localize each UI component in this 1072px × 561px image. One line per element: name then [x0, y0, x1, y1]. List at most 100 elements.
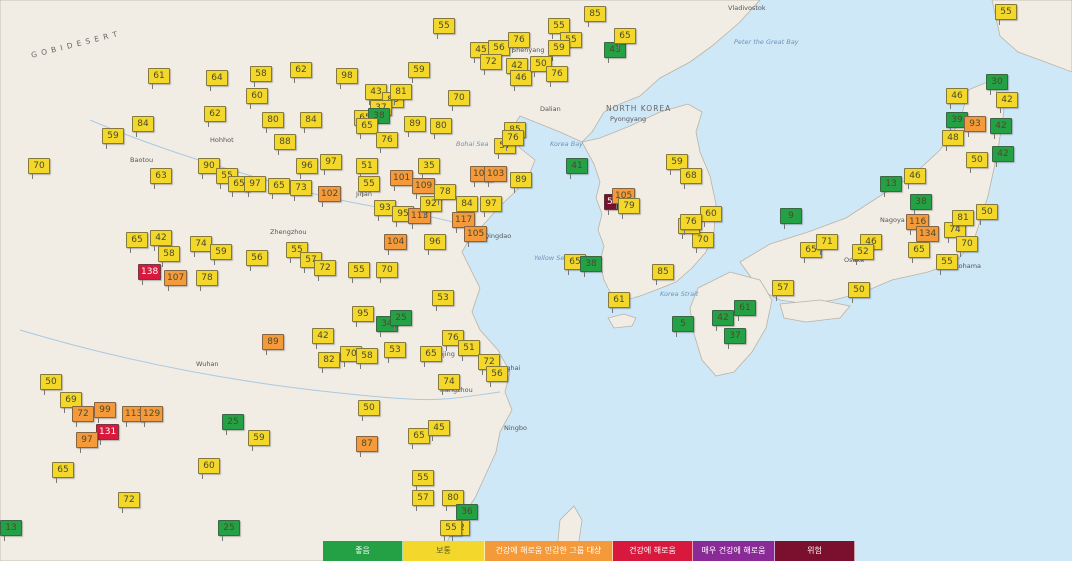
aqi-station-marker[interactable]: 50: [976, 204, 998, 225]
aqi-station-marker[interactable]: 107: [164, 270, 188, 291]
aqi-station-marker[interactable]: 81: [952, 210, 974, 231]
aqi-station-marker[interactable]: 42: [312, 328, 334, 349]
aqi-station-marker[interactable]: 85: [584, 6, 606, 27]
aqi-station-marker[interactable]: 97: [480, 196, 502, 217]
aqi-station-marker[interactable]: 59: [548, 40, 570, 61]
aqi-station-marker[interactable]: 89: [510, 172, 532, 193]
aqi-station-marker[interactable]: 57: [412, 490, 434, 511]
aqi-station-marker[interactable]: 72: [72, 406, 94, 427]
aqi-station-marker[interactable]: 68: [680, 168, 702, 189]
aqi-station-marker[interactable]: 48: [942, 130, 964, 151]
aqi-station-marker[interactable]: 72: [314, 260, 336, 281]
aqi-station-marker[interactable]: 59: [248, 430, 270, 451]
aqi-station-marker[interactable]: 42: [990, 118, 1012, 139]
aqi-station-marker[interactable]: 76: [502, 130, 524, 151]
aqi-station-marker[interactable]: 30: [986, 74, 1008, 95]
aqi-station-marker[interactable]: 79: [618, 198, 640, 219]
aqi-station-marker[interactable]: 59: [210, 244, 232, 265]
aqi-station-marker[interactable]: 96: [424, 234, 446, 255]
aqi-station-marker[interactable]: 42: [992, 146, 1014, 167]
aqi-station-marker[interactable]: 109: [412, 178, 436, 199]
aqi-station-marker[interactable]: 58: [250, 66, 272, 87]
aqi-station-marker[interactable]: 84: [300, 112, 322, 133]
aqi-station-marker[interactable]: 70: [692, 232, 714, 253]
aqi-station-marker[interactable]: 71: [816, 234, 838, 255]
aqi-station-marker[interactable]: 45: [428, 420, 450, 441]
aqi-station-marker[interactable]: 96: [296, 158, 318, 179]
aqi-station-marker[interactable]: 76: [376, 132, 398, 153]
aqi-station-marker[interactable]: 41: [566, 158, 588, 179]
aqi-station-marker[interactable]: 89: [404, 116, 426, 137]
aqi-station-marker[interactable]: 131: [96, 424, 120, 445]
aqi-station-marker[interactable]: 102: [318, 186, 342, 207]
aqi-station-marker[interactable]: 61: [148, 68, 170, 89]
aqi-station-marker[interactable]: 76: [508, 32, 530, 53]
aqi-station-marker[interactable]: 50: [358, 400, 380, 421]
aqi-station-marker[interactable]: 43: [604, 42, 626, 63]
aqi-station-marker[interactable]: 25: [218, 520, 240, 541]
aqi-station-marker[interactable]: 65: [420, 346, 442, 367]
aqi-station-marker[interactable]: 129: [140, 406, 164, 427]
aqi-station-marker[interactable]: 65: [52, 462, 74, 483]
air-quality-map[interactable]: G O B I D E S E R T Vladivostok Peter the …: [0, 0, 1072, 561]
aqi-station-marker[interactable]: 81: [390, 84, 412, 105]
aqi-station-marker[interactable]: 42: [150, 230, 172, 251]
aqi-station-marker[interactable]: 61: [734, 300, 756, 321]
aqi-station-marker[interactable]: 65: [614, 28, 636, 49]
aqi-station-marker[interactable]: 105: [464, 226, 488, 247]
aqi-station-marker[interactable]: 58: [356, 348, 378, 369]
aqi-station-marker[interactable]: 38: [910, 194, 932, 215]
aqi-station-marker[interactable]: 59: [102, 128, 124, 149]
aqi-station-marker[interactable]: 84: [456, 196, 478, 217]
aqi-station-marker[interactable]: 13: [0, 520, 22, 541]
aqi-station-marker[interactable]: 63: [150, 168, 172, 189]
aqi-station-marker[interactable]: 25: [222, 414, 244, 435]
aqi-station-marker[interactable]: 42: [996, 92, 1018, 113]
aqi-station-marker[interactable]: 65: [408, 428, 430, 449]
aqi-station-marker[interactable]: 65: [356, 118, 378, 139]
aqi-station-marker[interactable]: 65: [908, 242, 930, 263]
aqi-station-marker[interactable]: 72: [118, 492, 140, 513]
aqi-station-marker[interactable]: 97: [320, 154, 342, 175]
aqi-station-marker[interactable]: 64: [206, 70, 228, 91]
aqi-station-marker[interactable]: 82: [318, 352, 340, 373]
aqi-station-marker[interactable]: 9: [780, 208, 802, 229]
aqi-station-marker[interactable]: 56: [486, 366, 508, 387]
aqi-station-marker[interactable]: 101: [390, 170, 414, 191]
aqi-station-marker[interactable]: 62: [204, 106, 226, 127]
aqi-station-marker[interactable]: 65: [268, 178, 290, 199]
aqi-station-marker[interactable]: 80: [262, 112, 284, 133]
aqi-station-marker[interactable]: 53: [384, 342, 406, 363]
aqi-station-marker[interactable]: 60: [700, 206, 722, 227]
aqi-station-marker[interactable]: 55: [433, 18, 455, 39]
aqi-station-marker[interactable]: 70: [956, 236, 978, 257]
aqi-station-marker[interactable]: 78: [434, 184, 456, 205]
aqi-station-marker[interactable]: 55: [936, 254, 958, 275]
aqi-station-marker[interactable]: 89: [262, 334, 284, 355]
aqi-station-marker[interactable]: 5: [672, 316, 694, 337]
aqi-station-marker[interactable]: 72: [480, 54, 502, 75]
aqi-station-marker[interactable]: 85: [652, 264, 674, 285]
aqi-station-marker[interactable]: 97: [76, 432, 98, 453]
aqi-station-marker[interactable]: 95: [352, 306, 374, 327]
aqi-station-marker[interactable]: 25: [390, 310, 412, 331]
aqi-station-marker[interactable]: 73: [290, 180, 312, 201]
aqi-station-marker[interactable]: 13: [880, 176, 902, 197]
aqi-station-marker[interactable]: 55: [348, 262, 370, 283]
aqi-station-marker[interactable]: 76: [546, 66, 568, 87]
aqi-station-marker[interactable]: 80: [430, 118, 452, 139]
aqi-station-marker[interactable]: 84: [132, 116, 154, 137]
aqi-station-marker[interactable]: 57: [772, 280, 794, 301]
aqi-station-marker[interactable]: 51: [356, 158, 378, 179]
aqi-station-marker[interactable]: 55: [412, 470, 434, 491]
aqi-station-marker[interactable]: 87: [356, 436, 378, 457]
aqi-station-marker[interactable]: 76: [680, 214, 702, 235]
aqi-station-marker[interactable]: 138: [138, 264, 162, 285]
aqi-station-marker[interactable]: 98: [336, 68, 358, 89]
aqi-station-marker[interactable]: 74: [438, 374, 460, 395]
aqi-station-marker[interactable]: 35: [418, 158, 440, 179]
aqi-station-marker[interactable]: 50: [40, 374, 62, 395]
aqi-station-marker[interactable]: 50: [966, 152, 988, 173]
aqi-station-marker[interactable]: 51: [458, 340, 480, 361]
aqi-station-marker[interactable]: 104: [384, 234, 408, 255]
